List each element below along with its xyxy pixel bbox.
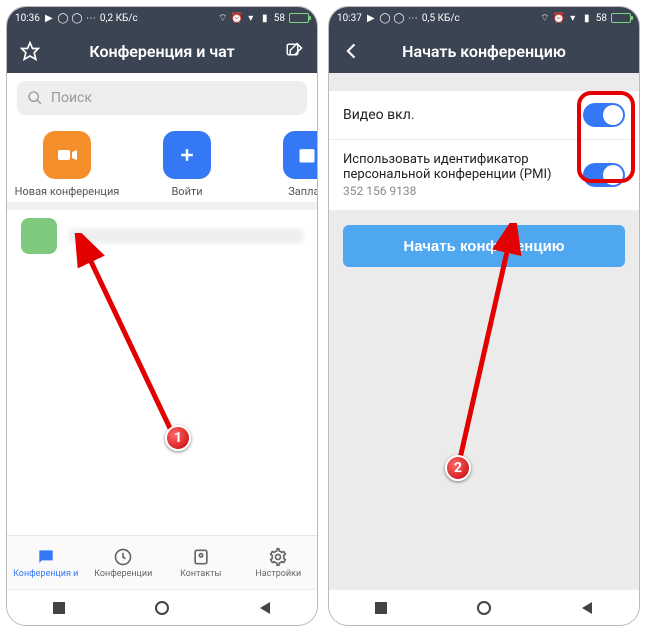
appbar-title: Конференция и чат — [51, 42, 273, 61]
appbar-title: Начать конференцию — [373, 42, 595, 61]
battery-icon — [289, 13, 309, 23]
clock-icon — [113, 547, 133, 567]
back-icon[interactable] — [578, 599, 596, 617]
action-schedule[interactable]: Заплан — [257, 131, 317, 198]
setting-value: 352 156 9138 — [343, 184, 583, 198]
gear-icon — [268, 547, 288, 567]
action-label: Войти — [171, 185, 202, 198]
nav-settings[interactable]: Настройки — [243, 547, 313, 579]
action-new-meeting[interactable]: Новая конференция — [17, 131, 117, 198]
nav-contacts[interactable]: Контакты — [166, 547, 236, 579]
contacts-icon — [191, 547, 211, 567]
app-bar: Начать конференцию — [329, 29, 639, 73]
nav-label: Контакты — [180, 569, 221, 579]
plus-icon — [163, 131, 211, 179]
status-time: 10:36 — [15, 13, 40, 24]
action-row: Новая конференция Войти Заплан — [7, 123, 317, 202]
phone-right: 10:37 ▶ ◯ ◯ ⋯ 0,5 КБ/с ⌔ ⏰ ▾ ▮ 58 Начать… — [328, 6, 640, 626]
home-icon[interactable] — [475, 599, 493, 617]
phone-left: 10:36 ▶ ◯ ◯ ⋯ 0,2 КБ/с ⌔ ⏰ ▾ ▮ 58 Конфер… — [6, 6, 318, 626]
battery-icon — [611, 13, 631, 23]
back-icon[interactable] — [339, 38, 365, 64]
search-icon — [27, 90, 43, 106]
chat-icon — [36, 547, 56, 567]
status-bar: 10:37 ▶ ◯ ◯ ⋯ 0,5 КБ/с ⌔ ⏰ ▾ ▮ 58 — [329, 7, 639, 29]
content-area: Поиск Новая конференция Войти Заплан — [7, 73, 317, 535]
system-nav — [7, 589, 317, 625]
favorite-icon[interactable] — [17, 38, 43, 64]
annotation-marker-2: 2 — [445, 455, 471, 481]
y-icon: ◯ — [394, 13, 404, 23]
dots-icon: ⋯ — [408, 13, 418, 23]
signal-icon: ▮ — [260, 13, 270, 23]
action-label: Заплан — [288, 185, 317, 198]
wifi-icon: ▾ — [568, 13, 578, 23]
setting-label: Использовать идентификатор персональной … — [343, 152, 583, 182]
avatar — [21, 218, 57, 254]
nav-chat[interactable]: Конференция и — [11, 547, 81, 579]
nav-label: Настройки — [255, 569, 301, 579]
bottom-nav: Конференция и Конференции Контакты Настр… — [7, 535, 317, 589]
dots-icon: ⋯ — [86, 13, 96, 23]
compose-icon[interactable] — [281, 38, 307, 64]
play-icon: ▶ — [44, 13, 54, 23]
wifi-icon: ▾ — [246, 13, 256, 23]
annotation-marker-1: 1 — [165, 425, 191, 451]
nav-label: Конференции — [94, 569, 152, 579]
button-label: Начать конференцию — [403, 238, 564, 255]
status-battery-pct: 58 — [596, 13, 607, 24]
app-bar: Конференция и чат — [7, 29, 317, 73]
video-icon — [43, 131, 91, 179]
status-net: 0,5 КБ/с — [422, 13, 460, 24]
contact-name-blurred — [69, 229, 303, 243]
status-battery-pct: 58 — [274, 13, 285, 24]
y-icon: ◯ — [72, 13, 82, 23]
back-icon[interactable] — [256, 599, 274, 617]
nav-meetings[interactable]: Конференции — [88, 547, 158, 579]
search-placeholder: Поиск — [51, 90, 92, 106]
action-join[interactable]: Войти — [137, 131, 237, 198]
bt-icon: ⌔ — [540, 13, 550, 23]
annotation-highlight — [577, 91, 635, 183]
y-icon: ◯ — [380, 13, 390, 23]
bt-icon: ⌔ — [218, 13, 228, 23]
start-meeting-button[interactable]: Начать конференцию — [343, 225, 625, 267]
search-input[interactable]: Поиск — [17, 81, 307, 115]
signal-icon: ▮ — [582, 13, 592, 23]
setting-label: Видео вкл. — [343, 107, 583, 123]
y-icon: ◯ — [58, 13, 68, 23]
play-icon: ▶ — [366, 13, 376, 23]
status-time: 10:37 — [337, 13, 362, 24]
nav-label: Конференция и — [13, 569, 78, 579]
calendar-icon — [283, 131, 317, 179]
status-net: 0,2 КБ/с — [100, 13, 138, 24]
system-nav — [329, 589, 639, 625]
recent-apps-icon[interactable] — [372, 599, 390, 617]
contact-row[interactable] — [7, 210, 317, 262]
recent-apps-icon[interactable] — [50, 599, 68, 617]
home-icon[interactable] — [153, 599, 171, 617]
action-label: Новая конференция — [15, 185, 120, 198]
status-bar: 10:36 ▶ ◯ ◯ ⋯ 0,2 КБ/с ⌔ ⏰ ▾ ▮ 58 — [7, 7, 317, 29]
alarm-icon: ⏰ — [554, 13, 564, 23]
alarm-icon: ⏰ — [232, 13, 242, 23]
content-area: Видео вкл. Использовать идентификатор пе… — [329, 73, 639, 589]
